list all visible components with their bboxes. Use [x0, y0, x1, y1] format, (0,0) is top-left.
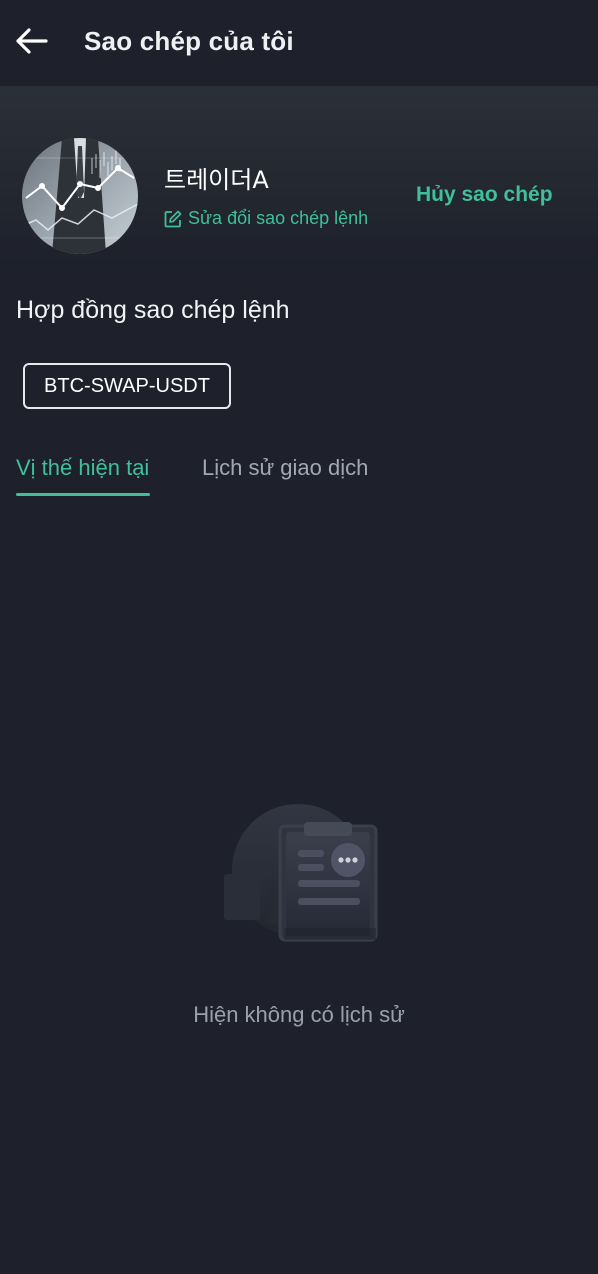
empty-clipboard-icon: [218, 800, 388, 950]
back-button[interactable]: [8, 18, 54, 64]
trader-avatar: [22, 138, 138, 254]
arrow-left-icon: [16, 28, 48, 54]
my-copy-trading-screen: Sao chép của tôi 트레이더A Sửa đổi sao chép …: [0, 0, 598, 1274]
tab-current-positions[interactable]: Vị thế hiện tại: [16, 455, 149, 481]
edit-icon: [164, 210, 182, 227]
cancel-copy-button[interactable]: Hủy sao chép: [416, 183, 553, 207]
edit-copy-settings-label: Sửa đổi sao chép lệnh: [188, 208, 369, 228]
tab-trade-history[interactable]: Lịch sử giao dịch: [202, 455, 368, 481]
copy-contracts-label: Hợp đồng sao chép lệnh: [16, 296, 290, 324]
top-app-bar: Sao chép của tôi: [0, 0, 598, 86]
trader-name: 트레이더A: [164, 166, 269, 194]
empty-state-message: Hiện không có lịch sử: [193, 1002, 405, 1027]
active-tab-indicator: [16, 493, 150, 496]
edit-copy-settings-link[interactable]: Sửa đổi sao chép lệnh: [164, 208, 368, 229]
contract-chip[interactable]: BTC-SWAP-USDT: [23, 363, 231, 409]
page-title: Sao chép của tôi: [84, 26, 294, 56]
